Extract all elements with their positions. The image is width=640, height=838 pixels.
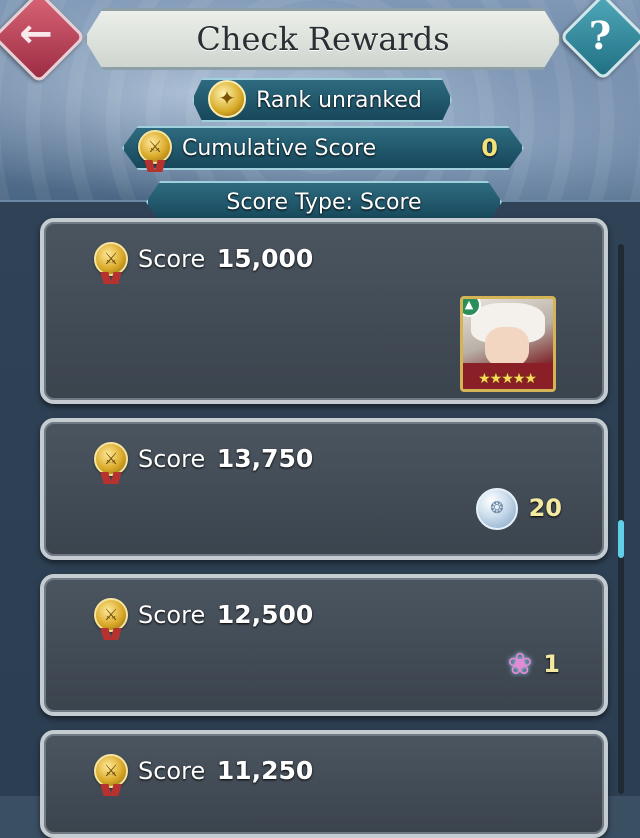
cumulative-score-value: 0 <box>481 134 498 162</box>
reward-score: Score 11,250 <box>138 756 313 785</box>
reward-count: 20 <box>528 494 562 522</box>
score-type-label: Score Type: Score <box>226 189 422 215</box>
reward-score: Score 12,500 <box>138 600 313 629</box>
reward-card: Score 13,750 ❂ 20 <box>40 418 608 560</box>
score-label: Score <box>138 601 206 629</box>
score-medal-icon <box>138 130 172 172</box>
orb-icon: ❂ <box>476 488 518 530</box>
score-type-selector[interactable]: Score Type: Score <box>146 181 502 223</box>
help-icon[interactable]: ? <box>576 10 624 58</box>
cumulative-score-bar: Cumulative Score 0 <box>122 126 524 170</box>
score-value: 12,500 <box>216 600 314 629</box>
rank-label: Rank unranked <box>256 87 422 113</box>
reward-card: Score 15,000 ▲ ★★★★★ <box>40 218 608 404</box>
score-value: 15,000 <box>216 244 314 273</box>
reward-score: Score 15,000 <box>138 244 313 273</box>
hero-reward-portrait[interactable]: ▲ ★★★★★ <box>460 296 556 392</box>
dragonflower-icon: ❀ <box>507 647 533 682</box>
page-title: Check Rewards <box>196 20 450 58</box>
score-medal-icon <box>94 442 128 484</box>
scrollbar-thumb[interactable] <box>618 520 624 558</box>
reward-score: Score 13,750 <box>138 444 313 473</box>
back-arrow-icon[interactable]: ← <box>12 12 60 56</box>
reward-card: Score 12,500 ❀ 1 <box>40 574 608 716</box>
scrollbar-track[interactable] <box>618 244 624 794</box>
score-medal-icon <box>94 598 128 640</box>
score-medal-icon <box>94 242 128 284</box>
cumulative-score-label: Cumulative Score <box>182 135 377 161</box>
score-medal-icon <box>94 754 128 796</box>
rank-emblem-icon: ✦ <box>208 80 246 118</box>
score-label: Score <box>138 445 206 473</box>
reward-count: 1 <box>543 650 560 678</box>
score-value: 13,750 <box>216 444 314 473</box>
score-value: 11,250 <box>216 756 314 785</box>
score-label: Score <box>138 245 206 273</box>
score-label: Score <box>138 757 206 785</box>
hero-rarity-stars: ★★★★★ <box>478 371 537 387</box>
reward-card: Score 11,250 <box>40 730 608 838</box>
title-plate: Check Rewards <box>84 8 562 70</box>
